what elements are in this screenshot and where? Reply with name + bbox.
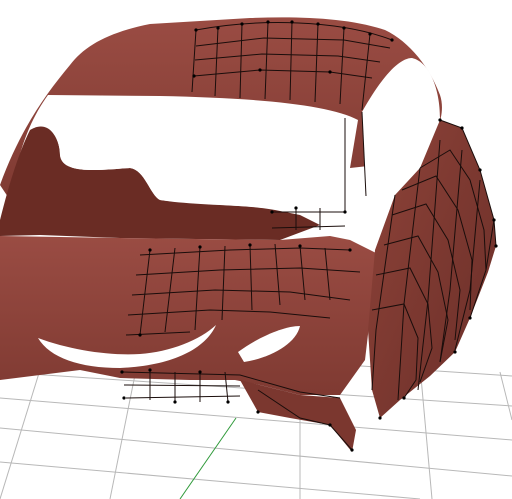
axis-z-line [179,417,237,499]
viewport-canvas[interactable] [0,0,512,499]
3d-viewport[interactable] [0,0,512,499]
hood-panel [0,236,380,395]
